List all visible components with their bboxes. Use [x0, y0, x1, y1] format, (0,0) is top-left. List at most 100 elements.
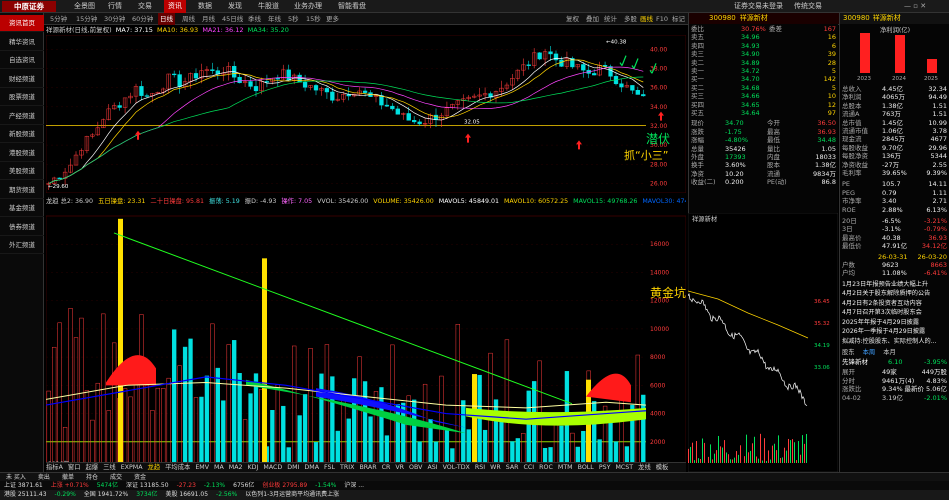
sidebar-item-10[interactable]: 基金频道 — [0, 200, 44, 217]
fund-tab-1[interactable]: 本周 — [863, 349, 876, 356]
sidebar-item-0[interactable]: 资讯首页 — [0, 15, 44, 32]
period-12[interactable]: 5秒 — [286, 13, 301, 25]
indicator-tab-9[interactable]: MA2 — [229, 464, 243, 471]
indicator-tab-26[interactable]: ROC — [539, 464, 553, 471]
trade-action-2[interactable]: 撤单 — [62, 474, 74, 481]
sidebar-item-1[interactable]: 精华资讯 — [0, 34, 44, 51]
news-item-0[interactable]: 1月23日年报预告业绩大幅上升 — [842, 280, 948, 289]
period-13[interactable]: 15秒 — [304, 13, 323, 25]
indicator-tab-22[interactable]: RSI — [475, 464, 485, 471]
fund-tab-0[interactable]: 股东 — [842, 349, 855, 356]
news-item-3[interactable]: 4月7日召开第3次临时股东会 — [842, 308, 948, 317]
trade-login-status[interactable]: 证券交易未登录 — [730, 0, 787, 13]
indicator-tab-11[interactable]: MACD — [263, 464, 282, 471]
indicator-tab-13[interactable]: DMA — [304, 464, 319, 471]
trade-action-4[interactable]: 成交 — [110, 474, 122, 481]
mark-button[interactable]: 标记 — [672, 13, 685, 25]
indicator-tab-19[interactable]: OBV — [409, 464, 422, 471]
traditional-trade-link[interactable]: 传统交易 — [790, 0, 826, 13]
overlay-button[interactable]: 叠加 — [586, 13, 599, 25]
indicator-tab-7[interactable]: EMV — [195, 464, 209, 471]
period-6[interactable]: 日线 — [158, 13, 175, 25]
volume-indicator-chart[interactable]: 1600014000120001000080006000400020002026… — [46, 208, 686, 478]
indicator-tab-24[interactable]: SAR — [506, 464, 519, 471]
indicator-tab-32[interactable]: 模板 — [656, 464, 669, 471]
news-item-6[interactable]: 拟减持:控股股东、实际控制人的... — [842, 337, 948, 346]
fund-tab-2[interactable]: 本月 — [883, 349, 896, 356]
sidebar-item-4[interactable]: 股票频道 — [0, 89, 44, 106]
nav-zhineng[interactable]: 智能看盘 — [334, 0, 370, 13]
indicator-tab-28[interactable]: BOLL — [578, 464, 594, 471]
indicator-tab-14[interactable]: FSL — [324, 464, 335, 471]
news-item-2[interactable]: 4月2日有2条投资者互动内容 — [842, 299, 948, 308]
period-5[interactable]: 60分钟 — [130, 13, 155, 25]
fuquan-button[interactable]: 复权 — [566, 13, 579, 25]
sidebar-item-3[interactable]: 财经频道 — [0, 71, 44, 88]
mini-intraday-chart[interactable]: 36.45 35.32 34.19 33.06 — [688, 213, 838, 472]
period-4[interactable]: 30分钟 — [102, 13, 127, 25]
trade-action-0[interactable]: 未 买入 — [6, 474, 26, 481]
indicator-tab-23[interactable]: WR — [490, 464, 501, 471]
indicator-tab-3[interactable]: 三线 — [103, 464, 116, 471]
nav-shuju[interactable]: 数据 — [194, 0, 216, 13]
indicator-tab-20[interactable]: ASI — [427, 464, 437, 471]
index-item-3: 深证 13185.50 — [126, 482, 169, 489]
fund-change: -3.95% — [924, 358, 947, 367]
nav-zixun[interactable]: 资讯 — [164, 0, 186, 13]
period-2[interactable]: 5分钟 — [48, 13, 69, 25]
indicator-tab-4[interactable]: EXPMA — [121, 464, 143, 471]
period-3[interactable]: 15分钟 — [74, 13, 99, 25]
sidebar-item-11[interactable]: 债券频道 — [0, 219, 44, 236]
indicator-tab-29[interactable]: PSY — [599, 464, 611, 471]
nav-faxian[interactable]: 发现 — [224, 0, 246, 13]
indicator-tab-27[interactable]: MTM — [558, 464, 573, 471]
nav-niugudao[interactable]: 牛股道 — [254, 0, 283, 13]
indicator-tab-1[interactable]: 窗口 — [68, 464, 81, 471]
nav-yewu[interactable]: 业务办理 — [290, 0, 326, 13]
period-14[interactable]: 更多 — [324, 13, 341, 25]
period-11[interactable]: 年线 — [266, 13, 283, 25]
f10-button[interactable]: F10 — [656, 13, 668, 25]
indicator-tab-17[interactable]: CR — [382, 464, 391, 471]
indicator-tab-25[interactable]: CCI — [524, 464, 535, 471]
indicator-tab-12[interactable]: DMI — [287, 464, 299, 471]
trade-action-3[interactable]: 持仓 — [86, 474, 98, 481]
indicator-tab-21[interactable]: VOL-TDX — [443, 464, 470, 471]
indicator-tab-8[interactable]: MA — [214, 464, 224, 471]
period-7[interactable]: 周线 — [180, 13, 197, 25]
sidebar-item-8[interactable]: 美股频道 — [0, 163, 44, 180]
sidebar-item-2[interactable]: 自选资讯 — [0, 52, 44, 69]
sidebar-item-6[interactable]: 新股频道 — [0, 126, 44, 143]
period-9[interactable]: 45日线 — [220, 13, 245, 25]
candlestick-chart[interactable]: 40.0038.0036.0034.0032.0030.0028.0026.00… — [46, 35, 686, 193]
sidebar-item-9[interactable]: 期货频道 — [0, 182, 44, 199]
trade-action-1[interactable]: 卖出 — [38, 474, 50, 481]
indicator-tab-2[interactable]: 起爆 — [86, 464, 99, 471]
period-8[interactable]: 月线 — [200, 13, 217, 25]
sidebar-item-7[interactable]: 港股频道 — [0, 145, 44, 162]
indicator-tab-10[interactable]: KDJ — [248, 464, 259, 471]
window-controls[interactable]: — ▫ ✕ — [900, 0, 930, 13]
nav-hangqing[interactable]: 行情 — [104, 0, 126, 13]
news-item-1[interactable]: 4月2日关于股东解除质押的公告 — [842, 289, 948, 298]
indicator-tab-5[interactable]: 龙趋 — [148, 464, 161, 471]
nav-quanjing[interactable]: 全景图 — [70, 0, 99, 13]
indicator-tab-18[interactable]: VR — [395, 464, 404, 471]
indicator-tab-31[interactable]: 龙线 — [638, 464, 651, 471]
sidebar-item-5[interactable]: 产经频道 — [0, 108, 44, 125]
indicator-tab-30[interactable]: MCST — [615, 464, 633, 471]
nav-jiaoyi[interactable]: 交易 — [134, 0, 156, 13]
trade-action-5[interactable]: 资金 — [134, 474, 146, 481]
indicator-tab-15[interactable]: TRIX — [340, 464, 354, 471]
sidebar-item-12[interactable]: 外汇频道 — [0, 237, 44, 254]
multi-stock-button[interactable]: 多股 — [624, 13, 637, 25]
indicator-tab-16[interactable]: BRAR — [359, 464, 376, 471]
indicator-tab-0[interactable]: 指标A — [46, 464, 63, 471]
news-item-4[interactable]: 2025年年报于4月29日披露 — [842, 318, 948, 327]
draw-line-button[interactable]: 画线 — [640, 13, 653, 25]
period-10[interactable]: 季线 — [246, 13, 263, 25]
indicator-tab-6[interactable]: 平均成本 — [165, 464, 190, 471]
stats-button[interactable]: 统计 — [604, 13, 617, 25]
volume-bar — [199, 396, 204, 471]
news-item-5[interactable]: 2026年一季报于4月29日披露 — [842, 327, 948, 336]
